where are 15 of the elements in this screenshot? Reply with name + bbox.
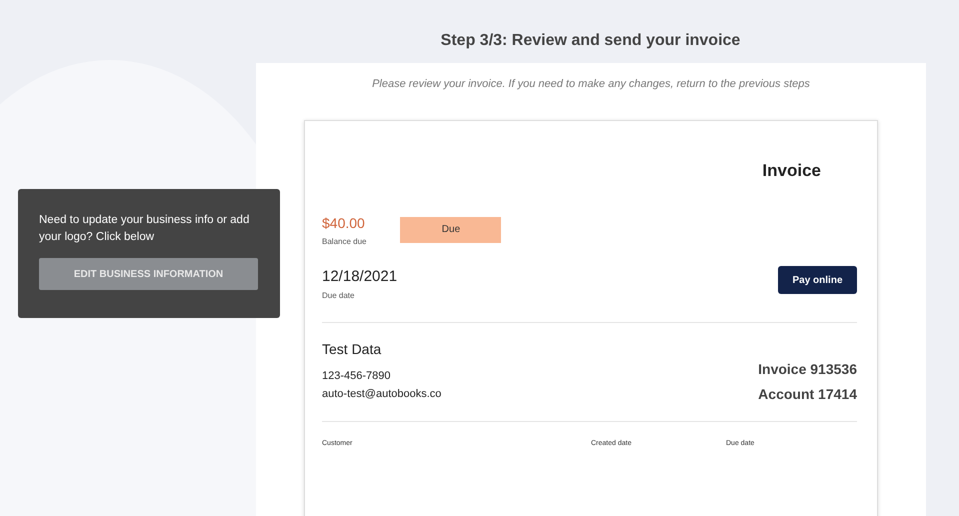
due-date: 12/18/2021 <box>322 268 398 285</box>
pay-online-button[interactable]: Pay online <box>778 266 857 294</box>
balance-amount: $40.00 <box>322 215 366 231</box>
due-date-label: Due date <box>322 291 356 300</box>
balance-label: Balance due <box>322 237 366 246</box>
business-info-message: Need to update your business info or add your logo? Click below <box>39 213 250 245</box>
business-phone: 123-456-7890 <box>322 369 392 384</box>
business-email: auto-test@autobooks.co <box>322 387 442 402</box>
business-name: Test Data <box>322 341 382 357</box>
invoice-heading: Invoice <box>762 161 821 181</box>
instructions-text: Please review your invoice. If you need to make any changes, return to the previous steps <box>371 78 811 90</box>
invoice-number: Invoice 913536 <box>758 360 857 379</box>
page-title: Step 3/3: Review and send your invoice <box>440 31 742 51</box>
status-badge: Due <box>400 217 502 243</box>
account-number: Account 17414 <box>758 385 857 404</box>
